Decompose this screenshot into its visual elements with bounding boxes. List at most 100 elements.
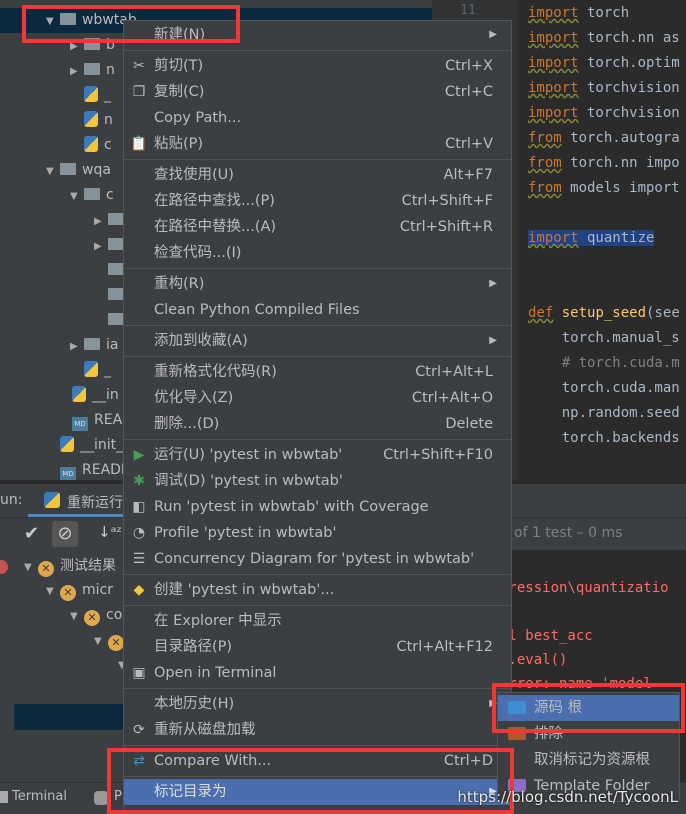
menu-item-label: 重构(R) xyxy=(154,276,205,292)
menu-item-z[interactable]: 优化导入(Z) Ctrl+Alt+O xyxy=(124,385,511,411)
tree-item[interactable]: ▼ c xyxy=(70,183,114,207)
tree-item[interactable]: ▶ ia xyxy=(70,333,118,357)
menu-item-explorer[interactable]: 在 Explorer 中显示 xyxy=(124,608,511,634)
menu-separator xyxy=(124,356,511,357)
tree-item[interactable]: __in xyxy=(58,383,119,407)
terminal-icon xyxy=(0,791,8,803)
menu-item-shortcut: Ctrl+Shift+R xyxy=(399,219,493,235)
menu-item-r[interactable]: 重构(R) ▶ xyxy=(124,271,511,297)
menu-item-u-pytest-in-wbwtab[interactable]: ▶ 运行(U) 'pytest in wbwtab' Ctrl+Shift+F10 xyxy=(124,442,511,468)
test-node[interactable]: co xyxy=(106,607,122,623)
code-line[interactable]: np.random.seed xyxy=(528,401,686,426)
code-text: torch.backends xyxy=(528,430,680,446)
python-file-icon xyxy=(84,361,98,377)
menu-item-item[interactable]: ⟳ 重新从磁盘加载 xyxy=(124,717,511,743)
menu-item-p[interactable]: 📋 粘贴(P) Ctrl+V xyxy=(124,131,511,157)
test-node[interactable]: micr xyxy=(82,582,113,598)
tree-item[interactable]: c xyxy=(70,133,112,157)
show-ignored-icon[interactable]: ⊘ xyxy=(52,521,78,547)
menu-separator xyxy=(124,325,511,326)
menu-separator xyxy=(124,776,511,777)
menu-item-shortcut: Ctrl+Shift+F xyxy=(401,193,493,209)
menu-item-a[interactable]: 在路径中替换...(A) Ctrl+Shift+R xyxy=(124,214,511,240)
run-tab[interactable]: 重新运行 xyxy=(67,492,123,512)
menu-item-compare-with[interactable]: ⇄ Compare With... Ctrl+D xyxy=(124,748,511,774)
folder-icon xyxy=(508,701,526,714)
tree-item[interactable]: ▼ wqa xyxy=(46,158,111,182)
tree-item-label: __in xyxy=(92,387,119,403)
tree-item[interactable]: MD REA xyxy=(58,408,122,432)
menu-item-label: 在路径中替换...(A) xyxy=(154,219,277,235)
menu-item-t[interactable]: ✂ 剪切(T) Ctrl+X xyxy=(124,53,511,79)
menu-item-h[interactable]: 本地历史(H) ▶ xyxy=(124,691,511,717)
menu-item-run-pytest-in-wbwtab-with-coverage[interactable]: ◧ Run 'pytest in wbwtab' with Coverage xyxy=(124,494,511,520)
submenu-item[interactable]: 排除 xyxy=(498,721,679,747)
code-text: torch.optim xyxy=(578,55,680,71)
menu-item-d-pytest-in-wbwtab[interactable]: ✱ 调试(D) 'pytest in wbwtab' xyxy=(124,468,511,494)
code-line[interactable] xyxy=(528,276,686,301)
menu-item-shortcut: Ctrl+Alt+F12 xyxy=(396,639,493,655)
python-console-tab[interactable]: P xyxy=(114,789,122,804)
stop-icon[interactable] xyxy=(0,560,8,574)
code-line[interactable]: import quantize xyxy=(528,226,686,251)
sort-alpha-icon[interactable]: ↓ᵃᶻ xyxy=(98,523,122,541)
menu-item-p[interactable]: 在路径中查找...(P) Ctrl+Shift+F xyxy=(124,188,511,214)
coverage-icon: ◧ xyxy=(132,499,146,515)
menu-item-clean-python-compiled-files[interactable]: Clean Python Compiled Files xyxy=(124,297,511,323)
menu-item-copy-path[interactable]: Copy Path... xyxy=(124,105,511,131)
submenu-item-label: 取消标记为资源根 xyxy=(534,752,650,768)
code-line[interactable] xyxy=(528,201,686,226)
terminal-tab[interactable]: Terminal xyxy=(12,789,67,804)
folder-icon xyxy=(60,163,76,175)
menu-item-label: 重新从磁盘加载 xyxy=(154,722,256,738)
tree-item[interactable]: __init__ xyxy=(46,433,130,457)
code-line[interactable] xyxy=(528,251,686,276)
menu-item-pytest-in-wbwtab[interactable]: ◆ 创建 'pytest in wbwtab'... xyxy=(124,577,511,603)
code-line[interactable]: torch.manual_s xyxy=(528,326,686,351)
menu-item-concurrency-diagram-for-pytest-in-wbwtab[interactable]: ☰ Concurrency Diagram for 'pytest in wbwt… xyxy=(124,546,511,572)
menu-item-d[interactable]: 删除...(D) Delete xyxy=(124,411,511,437)
code-line[interactable]: from models import xyxy=(528,176,686,201)
keyword: from xyxy=(528,180,562,196)
submenu-item[interactable]: 取消标记为资源根 xyxy=(498,747,679,773)
code-line[interactable]: import torch xyxy=(528,1,686,26)
code-line[interactable]: from torch.autogra xyxy=(528,126,686,151)
code-line[interactable]: import torch.nn as xyxy=(528,26,686,51)
code-line[interactable]: from torch.nn impo xyxy=(528,151,686,176)
run-label: un: xyxy=(0,492,23,508)
code-line[interactable]: # torch.cuda.m xyxy=(528,351,686,376)
menu-item-item[interactable]: 标记目录为 ▶ xyxy=(124,779,511,805)
code-line[interactable]: def setup_seed(see xyxy=(528,301,686,326)
python-file-icon xyxy=(84,111,98,127)
menu-item-label: 剪切(T) xyxy=(154,58,204,74)
tree-item[interactable]: n xyxy=(70,108,113,132)
code-line[interactable]: torch.cuda.man xyxy=(528,376,686,401)
test-failed-icon: ✕ xyxy=(84,610,100,626)
menu-item-open-in-terminal[interactable]: ▣ Open in Terminal xyxy=(124,660,511,686)
code-line[interactable]: torch.backends xyxy=(528,426,686,451)
tree-item[interactable]: ▶ n xyxy=(70,58,115,82)
menu-item-a[interactable]: 添加到收藏(A) ▶ xyxy=(124,328,511,354)
menu-item-i[interactable]: 检查代码...(I) xyxy=(124,240,511,266)
submenu-item[interactable]: 源码 根 xyxy=(498,695,679,721)
show-passed-icon[interactable]: ✔ xyxy=(24,523,39,544)
python-file-icon xyxy=(84,136,98,152)
python-file-icon xyxy=(60,436,74,452)
code-line[interactable]: import torchvision xyxy=(528,76,686,101)
menu-item-profile-pytest-in-wbwtab[interactable]: ◔ Profile 'pytest in wbwtab' xyxy=(124,520,511,546)
code-line[interactable]: import torchvision xyxy=(528,101,686,126)
tree-item[interactable]: ▶ b xyxy=(70,33,115,57)
menu-item-p[interactable]: 目录路径(P) Ctrl+Alt+F12 xyxy=(124,634,511,660)
menu-item-remove-bom[interactable]: Remove BOM xyxy=(124,805,511,813)
menu-item-c[interactable]: ❐ 复制(C) Ctrl+C xyxy=(124,79,511,105)
menu-item-u[interactable]: 查找使用(U) Alt+F7 xyxy=(124,162,511,188)
code-line[interactable]: import torch.optim xyxy=(528,51,686,76)
test-root[interactable]: 测试结果 xyxy=(60,558,116,574)
menu-item-n[interactable]: 新建(N) ▶ xyxy=(124,22,511,48)
tree-item[interactable]: MD READM xyxy=(46,458,133,482)
menu-item-shortcut: Ctrl+X xyxy=(445,58,493,74)
tree-item[interactable]: _ xyxy=(70,83,111,107)
tree-item-label: c xyxy=(106,187,114,203)
menu-item-r[interactable]: 重新格式化代码(R) Ctrl+Alt+L xyxy=(124,359,511,385)
tree-item[interactable]: _ xyxy=(70,358,111,382)
